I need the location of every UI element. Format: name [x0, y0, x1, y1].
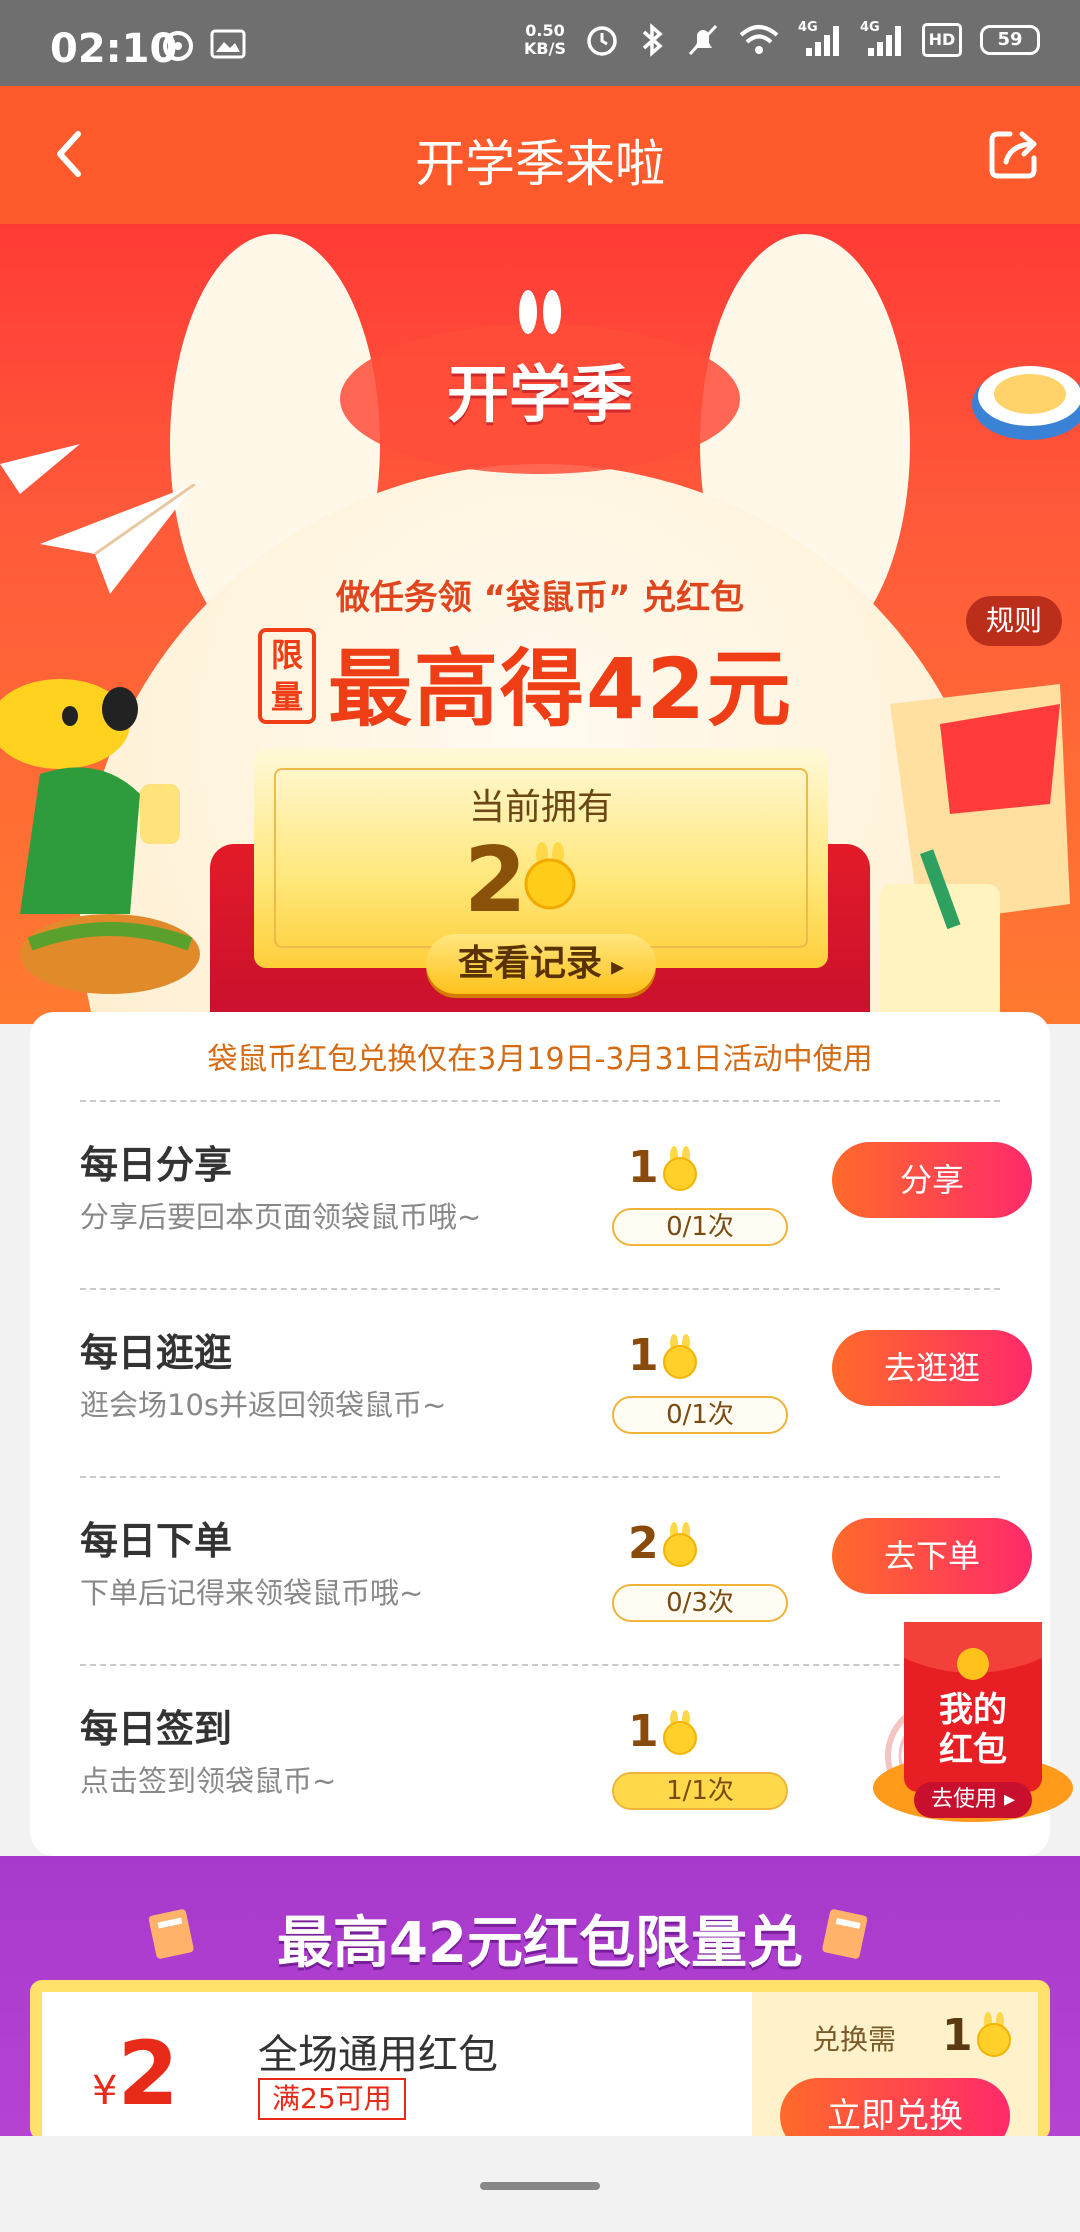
signal-icon-1: 4G: [798, 20, 842, 58]
status-bar: 02:10 0.50 KB/S 4G 4G HD 59: [0, 0, 1080, 86]
reward-amount: 1: [628, 1330, 659, 1381]
status-time: 02:10: [50, 26, 178, 72]
task-desc: 分享后要回本页面领袋鼠币哦~: [80, 1200, 482, 1234]
page-title: 开学季来啦: [415, 135, 665, 193]
coupon-exchange-panel: 兑换需 1 立即兑换: [752, 1992, 1038, 2140]
task-desc: 点击签到领袋鼠币~: [80, 1764, 337, 1798]
kangaroo-coin-icon: [663, 1146, 697, 1191]
network-speed: 0.50 KB/S: [524, 21, 566, 58]
exchange-section: 最高42元红包限量兑 ¥2 全场通用红包 满25可用 兑换需 1 立即兑换: [0, 1856, 1080, 2140]
limited-badge: 限量: [258, 628, 316, 724]
task-row-browse: 每日逛逛 逛会场10s并返回领袋鼠币~ 1 0/1次 去逛逛: [80, 1288, 1032, 1476]
task-progress: 1/1次: [612, 1772, 788, 1810]
task-row-checkin: 每日签到 点击签到领袋鼠币~ 1 1/1次: [80, 1664, 1000, 1852]
task-title: 每日签到: [80, 1707, 233, 1751]
kangaroo-coin-icon: [663, 1522, 697, 1567]
coupon-amount: ¥2: [92, 2022, 179, 2125]
view-records-button[interactable]: 查看记录 ▸: [426, 934, 656, 994]
activity-notice: 袋鼠币红包兑换仅在3月19日-3月31日活动中使用: [207, 1042, 873, 1077]
signal-icon-2: 4G: [860, 20, 904, 58]
task-title: 每日逛逛: [80, 1331, 233, 1375]
exchange-title: 最高42元红包限量兑: [277, 1911, 803, 1976]
book-icon: [822, 1909, 868, 1959]
hero-headline: 最高得42元: [328, 640, 793, 738]
food-plate: [972, 366, 1080, 440]
browse-button[interactable]: 去逛逛: [832, 1330, 1032, 1406]
current-label: 当前拥有: [468, 787, 613, 828]
system-nav-area: [0, 2136, 1080, 2232]
task-desc: 逛会场10s并返回领袋鼠币~: [80, 1388, 447, 1422]
reward-amount: 1: [628, 1142, 659, 1193]
my-red-packet-label: 我的 红包: [939, 1690, 1007, 1770]
paper-plane-small-icon: [0, 444, 80, 494]
task-row-share: 每日分享 分享后要回本页面领袋鼠币哦~ 1 0/1次 分享: [80, 1100, 1032, 1288]
reward-amount: 1: [628, 1706, 659, 1757]
kangaroo-coin-icon: [663, 1334, 697, 1379]
sync-icon: [163, 31, 193, 61]
task-title: 每日下单: [80, 1519, 233, 1563]
nav-bar: 开学季来啦: [0, 86, 1080, 224]
alarm-icon: [587, 26, 617, 56]
logo-bunny-ears-icon: [519, 290, 561, 334]
task-desc: 下单后记得来领袋鼠币哦~: [80, 1576, 424, 1610]
rules-button[interactable]: 规则: [966, 596, 1062, 646]
share-icon[interactable]: [984, 124, 1044, 184]
kangaroo-coin-icon: [977, 2012, 1011, 2057]
coupon-name: 全场通用红包: [258, 2032, 498, 2078]
wifi-icon: [739, 25, 779, 54]
go-use-label: 去使用 ▸: [914, 1782, 1032, 1818]
hd-icon: HD: [922, 23, 962, 57]
image-icon: [210, 29, 246, 59]
exchange-now-button[interactable]: 立即兑换: [780, 2078, 1010, 2140]
order-button[interactable]: 去下单: [832, 1518, 1032, 1594]
share-button[interactable]: 分享: [832, 1142, 1032, 1218]
task-title: 每日分享: [80, 1143, 233, 1187]
task-progress: 0/1次: [612, 1396, 788, 1434]
coupon-card: ¥2 全场通用红包 满25可用 兑换需 1 立即兑换: [30, 1980, 1050, 2140]
exchange-need-label: 兑换需: [812, 2023, 897, 2056]
hero-banner: 开学季 做任务领 “袋鼠币” 兑红包 限量 最高得42元 规则 当前拥有 2 查…: [0, 224, 1080, 1024]
reward-amount: 2: [628, 1518, 659, 1569]
exchange-need-count: 1: [942, 2010, 973, 2061]
coupon-condition: 满25可用: [258, 2078, 406, 2120]
hero-subtitle: 做任务领 “袋鼠币” 兑红包: [335, 578, 745, 618]
decor-snacks: [880, 684, 1070, 1024]
kangaroo-coin-icon: [524, 842, 576, 910]
battery-indicator: 59: [980, 25, 1040, 55]
kangaroo-mascot: [0, 679, 200, 994]
kangaroo-coin-icon: [663, 1710, 697, 1755]
event-logo: 开学季: [446, 358, 633, 431]
task-row-order: 每日下单 下单后记得来领袋鼠币哦~ 2 0/3次 去下单: [80, 1476, 1032, 1664]
bluetooth-icon: [642, 23, 663, 57]
mute-icon: [688, 24, 718, 56]
my-red-packet-button[interactable]: 我的 红包 去使用 ▸: [866, 1618, 1080, 1828]
home-gesture-bar[interactable]: [480, 2182, 600, 2190]
task-progress: 0/1次: [612, 1208, 788, 1246]
task-progress: 0/3次: [612, 1584, 788, 1622]
